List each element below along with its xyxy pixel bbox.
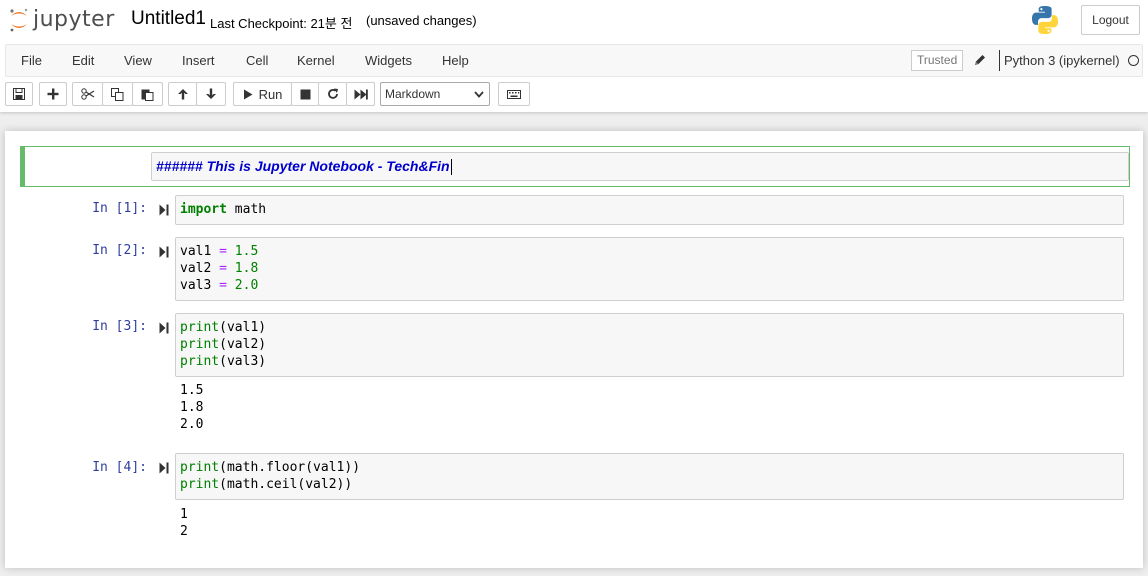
move-down-button[interactable] (196, 82, 226, 106)
logo-text: jupyter (33, 6, 115, 32)
markdown-source: ###### This is Jupyter Notebook - Tech&F… (156, 158, 450, 174)
cell-type-value: Markdown (385, 87, 441, 101)
checkpoint-status: Last Checkpoint: 21분 전 (210, 16, 353, 31)
markdown-editor[interactable]: ###### This is Jupyter Notebook - Tech&F… (151, 152, 1129, 181)
logout-button[interactable]: Logout (1081, 5, 1140, 35)
kernel-separator (999, 50, 1000, 71)
copy-button[interactable] (102, 82, 133, 106)
notebook-name[interactable]: Untitled1 (131, 8, 206, 30)
menu-edit[interactable]: Edit (72, 45, 94, 76)
code-cell[interactable]: In [2]: val1 = 1.5 val2 = 1.8 val3 = 2.0 (20, 235, 1130, 305)
code-cell[interactable]: In [3]: print(val1) print(val2) print(va… (20, 311, 1130, 441)
chevron-down-icon (474, 91, 484, 98)
run-cell-icon[interactable] (159, 246, 169, 258)
trusted-badge[interactable]: Trusted (911, 50, 964, 71)
cell-prompt: In [1]: (92, 201, 147, 216)
menu-cell[interactable]: Cell (246, 45, 268, 76)
cell-prompt: In [2]: (92, 243, 147, 258)
menu-insert[interactable]: Insert (182, 45, 215, 76)
move-up-button[interactable] (168, 82, 197, 106)
run-cell-icon[interactable] (159, 462, 169, 474)
menubar: File Edit View Insert Cell Kernel Widget… (5, 44, 1143, 77)
kernel-name[interactable]: Python 3 (ipykernel) (1004, 45, 1120, 76)
play-icon (243, 89, 253, 99)
menu-file[interactable]: File (21, 45, 42, 76)
cut-icon (80, 88, 94, 100)
paste-button[interactable] (132, 82, 163, 106)
command-palette-button[interactable] (498, 82, 530, 106)
cell-prompt: In [3]: (92, 319, 147, 334)
notebook-container: ###### This is Jupyter Notebook - Tech&F… (5, 131, 1143, 568)
keyboard-icon (507, 89, 521, 99)
run-cell-icon[interactable] (159, 204, 169, 216)
header: jupyter Untitled1 Last Checkpoint: 21분 전… (0, 0, 1148, 112)
restart-run-all-button[interactable] (346, 82, 375, 106)
cell-prompt: In [4]: (92, 460, 147, 475)
arrow-down-icon (206, 88, 216, 99)
autosave-status: (unsaved changes) (366, 13, 477, 28)
kernel-idle-indicator-icon (1128, 55, 1139, 66)
arrow-up-icon (177, 89, 188, 100)
run-button[interactable]: Run (233, 82, 292, 106)
insert-cell-button[interactable] (39, 82, 67, 106)
pencil-icon[interactable] (973, 53, 987, 67)
run-cell-icon[interactable] (159, 322, 169, 334)
restart-button[interactable] (318, 82, 347, 106)
cell-type-select[interactable]: Markdown (380, 82, 490, 106)
cell-output: 1 2 (180, 507, 188, 539)
jupyter-logo-icon (10, 8, 28, 32)
save-icon (13, 88, 25, 100)
interrupt-button[interactable] (291, 82, 319, 106)
jupyter-logo[interactable]: jupyter (8, 5, 115, 35)
cell-output: 1.5 1.8 2.0 (180, 383, 204, 432)
run-label: Run (258, 86, 283, 102)
python-logo-icon (1032, 6, 1058, 34)
cut-button[interactable] (72, 82, 103, 106)
code-cell[interactable]: In [4]: print(math.floor(val1)) print(ma… (20, 451, 1130, 546)
plus-icon (47, 88, 59, 100)
menu-widgets[interactable]: Widgets (365, 45, 412, 76)
stop-icon (300, 89, 310, 99)
save-button[interactable] (5, 82, 33, 106)
text-caret (450, 159, 452, 176)
menu-kernel[interactable]: Kernel (297, 45, 335, 76)
menu-help[interactable]: Help (442, 45, 469, 76)
paste-icon (141, 89, 154, 101)
fast-forward-icon (354, 89, 368, 99)
code-input[interactable]: import math (175, 195, 1124, 225)
code-input[interactable]: print(math.floor(val1)) print(math.ceil(… (175, 453, 1124, 500)
code-input[interactable]: print(val1) print(val2) print(val3) (175, 313, 1124, 377)
markdown-cell-selected[interactable]: ###### This is Jupyter Notebook - Tech&F… (20, 146, 1130, 187)
menu-view[interactable]: View (124, 45, 152, 76)
copy-icon (111, 87, 124, 101)
code-input[interactable]: val1 = 1.5 val2 = 1.8 val3 = 2.0 (175, 237, 1124, 301)
code-cell[interactable]: In [1]: import math (20, 193, 1130, 229)
restart-icon (327, 88, 338, 99)
